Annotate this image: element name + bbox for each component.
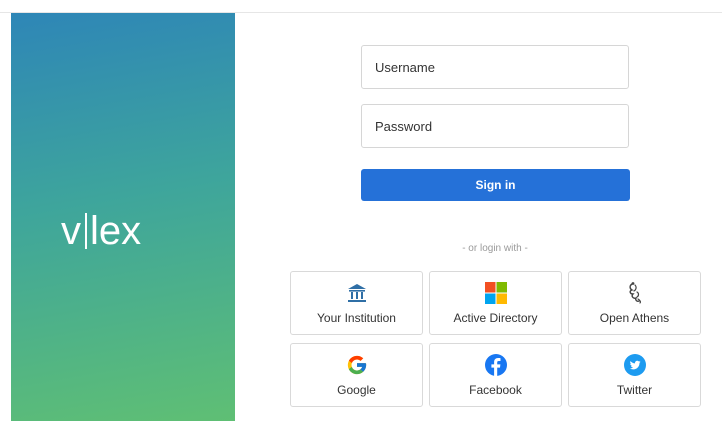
active-directory-button[interactable]: Active Directory <box>429 271 562 335</box>
facebook-button[interactable]: Facebook <box>429 343 562 407</box>
sign-in-button[interactable]: Sign in <box>361 169 630 201</box>
brand-panel: v lex <box>11 13 235 421</box>
facebook-icon <box>484 353 507 377</box>
password-input[interactable] <box>361 104 629 148</box>
or-login-with-text: - or login with - <box>462 243 528 254</box>
vlex-logo: v lex <box>61 209 141 253</box>
open-athens-label: Open Athens <box>599 311 670 325</box>
twitter-icon <box>623 353 646 377</box>
twitter-label: Twitter <box>616 383 653 397</box>
logo-divider <box>85 213 87 249</box>
logo-letter-v: v <box>61 209 81 253</box>
institution-icon <box>346 281 368 305</box>
google-button[interactable]: Google <box>290 343 423 407</box>
open-athens-button[interactable]: Open Athens <box>568 271 701 335</box>
twitter-button[interactable]: Twitter <box>568 343 701 407</box>
google-icon <box>346 353 368 377</box>
your-institution-label: Your Institution <box>317 311 396 325</box>
microsoft-icon <box>484 281 507 305</box>
open-athens-icon <box>624 281 646 305</box>
your-institution-button[interactable]: Your Institution <box>290 271 423 335</box>
username-input[interactable] <box>361 45 629 89</box>
facebook-label: Facebook <box>469 383 522 397</box>
active-directory-label: Active Directory <box>453 311 538 325</box>
google-label: Google <box>337 383 376 397</box>
logo-letters-lex: lex <box>90 209 142 253</box>
